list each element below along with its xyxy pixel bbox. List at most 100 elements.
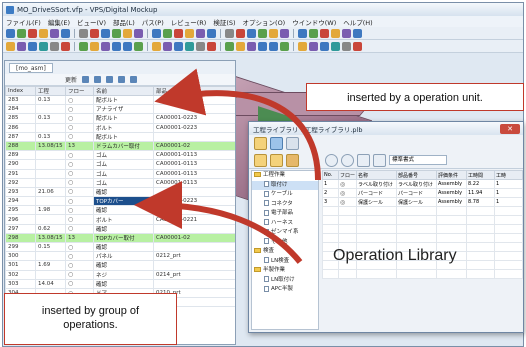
toolbar-button-icon[interactable] [163, 28, 172, 38]
toolbar-button-icon[interactable] [225, 28, 234, 38]
menu-help[interactable]: ヘルプ(H) [343, 17, 372, 27]
toolbar-button-icon[interactable] [39, 41, 48, 51]
tree-item[interactable]: 半製作業 [252, 266, 318, 276]
tree-item[interactable]: コネクタ [252, 200, 318, 210]
toolbar-button-icon[interactable] [207, 41, 216, 51]
toolbar-button-icon[interactable] [79, 28, 88, 38]
move-up-icon[interactable] [118, 76, 126, 83]
toolbar-button-icon[interactable] [123, 41, 132, 51]
toolbar-button-icon[interactable] [353, 41, 362, 51]
library-row[interactable]: 2 ◎ パーコード パーコード Assembly 11.94 1 [322, 188, 523, 198]
toolbar-button-icon[interactable] [101, 41, 110, 51]
open-folder-icon[interactable] [254, 137, 267, 150]
table-row[interactable]: 301 1.69 ○ 確認 [5, 260, 235, 271]
toolbar-button-icon[interactable] [309, 41, 318, 51]
toolbar-button-icon[interactable] [134, 28, 143, 38]
toolbar-button-icon[interactable] [320, 41, 329, 51]
tree-item[interactable]: 検査 [252, 247, 318, 257]
toolbar-button-icon[interactable] [225, 41, 234, 51]
menu-path[interactable]: パス(P) [142, 17, 164, 27]
toolbar-button-icon[interactable] [152, 41, 161, 51]
close-icon[interactable]: ✕ [500, 123, 520, 134]
table-row[interactable]: 287 0.13 ○ 配ボルト [5, 131, 235, 142]
lcol-time[interactable]: 工時間 [466, 170, 495, 180]
toolbar-button-icon[interactable] [258, 41, 267, 51]
table-row[interactable]: 288 13.08/15 13 ドラムカバー取付 CA00001-02 [5, 140, 235, 152]
table-row[interactable]: 303 14.04 ○ 確認 [5, 278, 235, 289]
save-icon[interactable] [270, 137, 283, 150]
toolbar-button-icon[interactable] [331, 41, 340, 51]
toolbar-button-icon[interactable] [163, 41, 172, 51]
add-icon[interactable] [325, 153, 338, 167]
table-row[interactable]: 296 ○ ボルト CA00001-0221 [5, 214, 235, 225]
toolbar-button-icon[interactable] [6, 41, 15, 51]
lcol-part[interactable]: 部品番号 [396, 170, 437, 180]
toolbar-button-icon[interactable] [331, 28, 340, 38]
menu-verify[interactable]: 検証(S) [213, 17, 235, 27]
toolbar-button-icon[interactable] [185, 28, 194, 38]
paste-icon[interactable] [94, 76, 102, 83]
toolbar-button-icon[interactable] [28, 28, 37, 38]
toolbar-button-icon[interactable] [196, 41, 205, 51]
toolbar-button-icon[interactable] [61, 28, 70, 38]
toolbar-button-icon[interactable] [39, 28, 48, 38]
tree-item[interactable]: 工程作業 [252, 171, 318, 181]
copy-icon[interactable] [82, 76, 90, 83]
table-row[interactable]: 283 0.13 ○ 配ボルト [5, 94, 235, 106]
toolbar-button-icon[interactable] [101, 28, 110, 38]
toolbar-button-icon[interactable] [134, 41, 143, 51]
delete-icon[interactable] [106, 76, 114, 83]
toolbar-button-icon[interactable] [50, 41, 59, 51]
col-flow[interactable]: フロー [65, 86, 94, 96]
up-icon[interactable] [357, 153, 370, 167]
toolbar-button-icon[interactable] [298, 41, 307, 51]
table-row[interactable]: 284 ○ アナライザ [5, 104, 235, 115]
table-row[interactable]: 295 1.98 ○ 確認 [5, 205, 235, 216]
toolbar-button-icon[interactable] [280, 28, 289, 38]
toolbar-button-icon[interactable] [269, 28, 278, 38]
toolbar-button-icon[interactable] [90, 28, 99, 38]
tree-item[interactable]: ゼンマイ系 [252, 228, 318, 238]
toolbar-button-icon[interactable] [174, 28, 183, 38]
lcol-name[interactable]: 名称 [356, 170, 397, 180]
lcol-cond[interactable]: 評価条件 [436, 170, 467, 180]
table-row[interactable]: 298 13.08/15 13 TOPカバー取付 CA00001-02 [5, 232, 235, 244]
toolbar-button-icon[interactable] [112, 41, 121, 51]
toolbar-button-icon[interactable] [185, 41, 194, 51]
move-down-icon[interactable] [130, 76, 138, 83]
toolbar-button-icon[interactable] [258, 28, 267, 38]
lcol-no[interactable]: No. [322, 170, 339, 180]
table-row[interactable]: 292 ○ ゴム CA00001-0113 [5, 177, 235, 188]
tree-item[interactable]: LN取付け [252, 276, 318, 286]
toolbar-button-icon[interactable] [320, 28, 329, 38]
tree-item[interactable]: ケーブル [252, 190, 318, 200]
tree-item[interactable]: ハーネス [252, 219, 318, 229]
menu-view[interactable]: ビュー(V) [77, 17, 106, 27]
toolbar-button-icon[interactable] [280, 41, 289, 51]
toolbar-button-icon[interactable] [236, 28, 245, 38]
folder-icon[interactable] [254, 153, 267, 167]
lcol-count[interactable]: 工時 [494, 170, 523, 180]
toolbar-button-icon[interactable] [28, 41, 37, 51]
toolbar-button-icon[interactable] [50, 28, 59, 38]
toolbar-button-icon[interactable] [174, 41, 183, 51]
toolbar-button-icon[interactable] [90, 41, 99, 51]
lcol-flow[interactable]: フロー [338, 170, 357, 180]
toolbar-button-icon[interactable] [236, 41, 245, 51]
grid-icon[interactable] [373, 153, 386, 167]
table-row[interactable]: 302 ○ ネジ 0214_prt [5, 269, 235, 280]
update-button[interactable]: 更新 [65, 75, 77, 84]
table-row[interactable]: 286 ○ ボルト CA00001-0223 [5, 122, 235, 133]
toolbar-button-icon[interactable] [353, 28, 362, 38]
col-step[interactable]: 工程 [35, 86, 66, 96]
menu-parts[interactable]: 部品(L) [113, 17, 135, 27]
table-row[interactable]: 291 ○ ゴム CA00001-0113 [5, 168, 235, 179]
toolbar-button-icon[interactable] [123, 28, 132, 38]
toolbar-button-icon[interactable] [112, 28, 121, 38]
toolbar-button-icon[interactable] [152, 28, 161, 38]
table-row[interactable]: 299 0.15 ○ 確認 [5, 241, 235, 253]
table-row[interactable]: 289 ○ ゴム CA00001-0113 [5, 150, 235, 161]
col-part[interactable]: 部品 [153, 86, 235, 96]
toolbar-button-icon[interactable] [298, 28, 307, 38]
toolbar-button-icon[interactable] [247, 41, 256, 51]
